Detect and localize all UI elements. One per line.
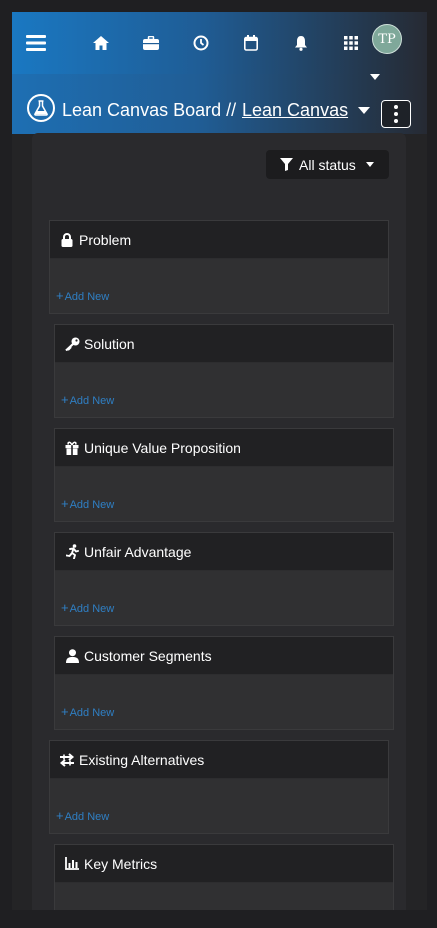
board-title: Lean Canvas Board //: [62, 100, 237, 120]
board-titlebar: Lean Canvas Board // Lean Canvas: [12, 74, 427, 134]
add-new-button[interactable]: +Add New: [61, 704, 114, 719]
section-unfair-advantage: Unfair Advantage +Add New: [54, 532, 394, 626]
lock-icon: [59, 232, 75, 248]
briefcase-icon[interactable]: [141, 33, 161, 53]
section-solution: Solution +Add New: [54, 324, 394, 418]
add-new-button[interactable]: +Add New: [61, 600, 114, 615]
apps-grid-icon[interactable]: [341, 33, 361, 53]
app-window: TP Lean Canvas Board // Lean Canvas All …: [12, 12, 427, 910]
section-title: Solution: [84, 335, 135, 352]
section-header: Solution: [55, 325, 393, 363]
section-title: Key Metrics: [84, 855, 158, 872]
running-person-icon: [64, 544, 80, 560]
add-new-button[interactable]: +Add New: [61, 496, 114, 511]
section-header: Unfair Advantage: [55, 533, 393, 571]
canvas-selector-caret-icon[interactable]: [358, 107, 370, 114]
section-problem: Problem +Add New: [49, 220, 389, 314]
avatar-caret-icon[interactable]: [370, 74, 380, 80]
section-unique-value-proposition: Unique Value Proposition +Add New: [54, 428, 394, 522]
add-new-button[interactable]: +Add New: [61, 392, 114, 407]
section-key-metrics: Key Metrics: [54, 844, 394, 910]
top-navbar: TP: [12, 12, 427, 74]
section-title: Unique Value Proposition: [84, 439, 241, 456]
section-header: Problem: [50, 221, 388, 259]
avatar[interactable]: TP: [372, 24, 402, 54]
chevron-down-icon: [365, 162, 374, 167]
calendar-icon[interactable]: [241, 33, 261, 53]
key-icon: [64, 336, 80, 352]
section-title: Unfair Advantage: [84, 543, 192, 560]
section-header: Key Metrics: [55, 845, 393, 883]
chart-icon: [64, 856, 80, 872]
flask-icon: [27, 94, 55, 122]
add-new-button[interactable]: +Add New: [56, 288, 109, 303]
section-existing-alternatives: Existing Alternatives +Add New: [49, 740, 389, 834]
gift-icon: [64, 440, 80, 456]
bell-icon[interactable]: [291, 33, 311, 53]
section-header: Unique Value Proposition: [55, 429, 393, 467]
more-options-button[interactable]: [381, 100, 411, 128]
clock-icon[interactable]: [191, 33, 211, 53]
canvas-selector-link[interactable]: Lean Canvas: [242, 100, 348, 121]
menu-icon[interactable]: [26, 33, 46, 53]
status-filter-button[interactable]: All status: [266, 150, 389, 179]
add-new-button[interactable]: +Add New: [56, 808, 109, 823]
home-icon[interactable]: [91, 33, 111, 53]
arrows-swap-icon: [59, 752, 75, 768]
user-icon: [64, 648, 80, 664]
section-header: Customer Segments: [55, 637, 393, 675]
filter-icon: [280, 158, 293, 171]
section-title: Problem: [79, 231, 132, 248]
status-filter-label: All status: [299, 156, 356, 173]
section-title: Customer Segments: [84, 647, 212, 664]
section-title: Existing Alternatives: [79, 751, 205, 768]
section-customer-segments: Customer Segments +Add New: [54, 636, 394, 730]
section-header: Existing Alternatives: [50, 741, 388, 779]
